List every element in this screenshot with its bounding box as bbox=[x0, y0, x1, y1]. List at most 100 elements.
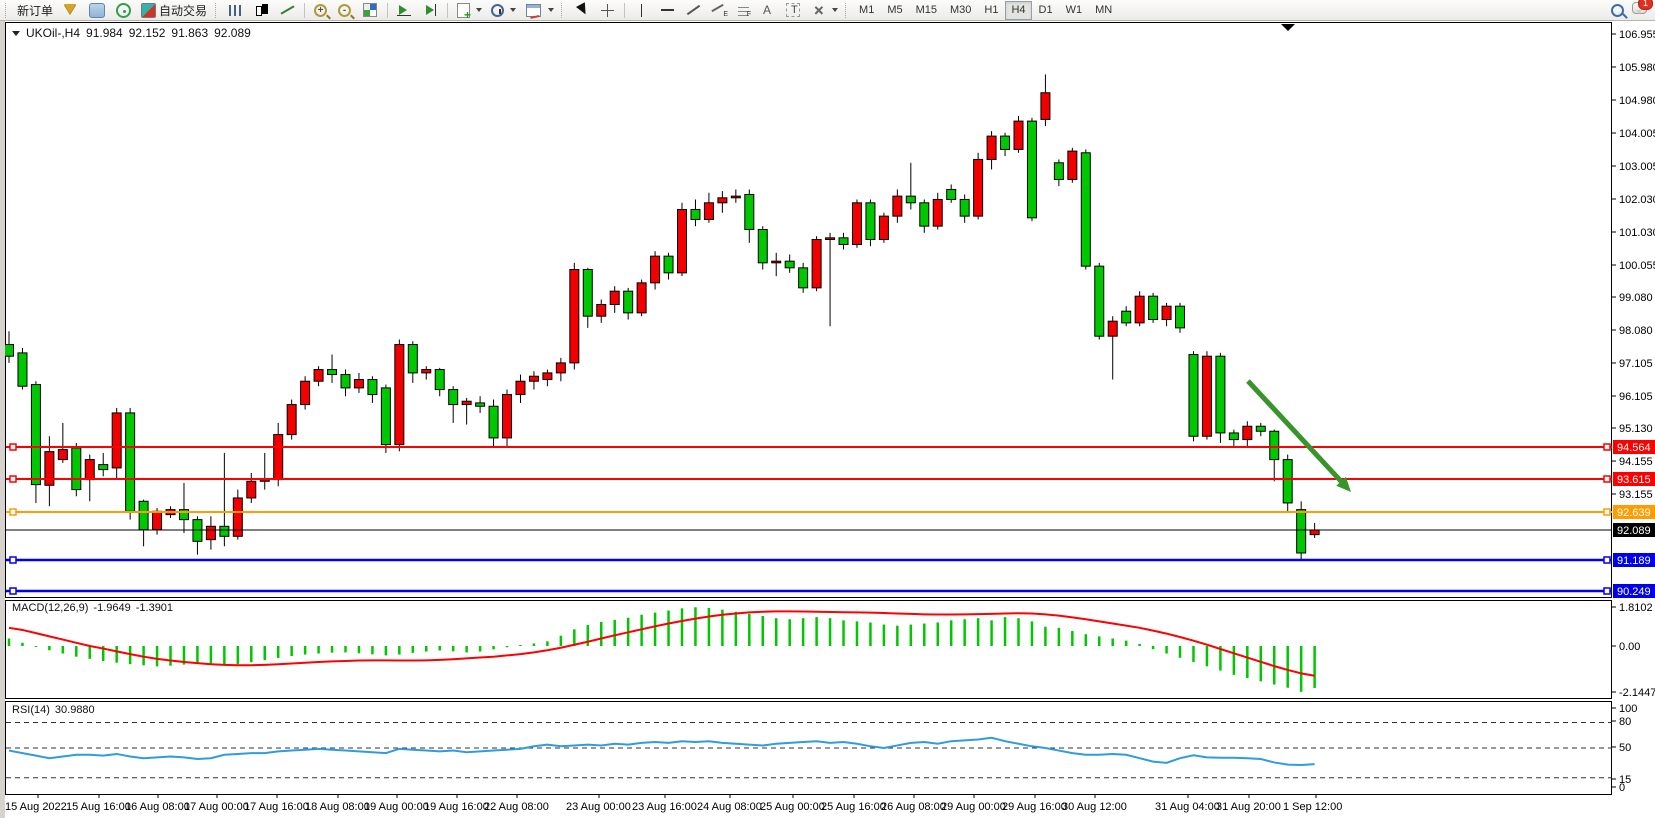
macd-pane[interactable] bbox=[6, 601, 1612, 699]
candle bbox=[933, 199, 942, 226]
candle bbox=[664, 256, 673, 273]
candle bbox=[1001, 136, 1010, 149]
toolbar-grip bbox=[5, 3, 9, 18]
svg-text:100.055: 100.055 bbox=[1619, 260, 1655, 272]
auto-scroll-button[interactable] bbox=[392, 1, 417, 19]
svg-text:100: 100 bbox=[1619, 703, 1637, 715]
periods-button[interactable] bbox=[486, 1, 509, 19]
timeframe-m1-button[interactable]: M1 bbox=[853, 1, 880, 20]
tile-windows-button[interactable] bbox=[357, 1, 383, 19]
horizontal-line-button[interactable] bbox=[655, 1, 680, 19]
timeframe-d1-button[interactable]: D1 bbox=[1033, 1, 1059, 20]
dropdown-arrow-icon[interactable] bbox=[548, 8, 554, 12]
cursor-button[interactable] bbox=[569, 1, 594, 19]
candle bbox=[247, 481, 256, 498]
auto-scroll-icon bbox=[396, 2, 413, 18]
svg-text:93.155: 93.155 bbox=[1619, 489, 1653, 501]
svg-text:19 Aug 00:00: 19 Aug 00:00 bbox=[364, 801, 429, 813]
svg-text:26 Aug 08:00: 26 Aug 08:00 bbox=[881, 801, 946, 813]
chart-shift-button[interactable] bbox=[418, 1, 443, 19]
text-label-button[interactable] bbox=[781, 1, 805, 19]
signals-button[interactable] bbox=[111, 1, 135, 19]
line-chart-button[interactable] bbox=[275, 1, 300, 19]
arrows-button[interactable] bbox=[806, 1, 831, 19]
timeframe-w1-button[interactable]: W1 bbox=[1060, 1, 1089, 20]
template-button[interactable] bbox=[520, 1, 547, 19]
dropdown-arrow-icon[interactable] bbox=[476, 8, 482, 12]
equidistant-channel-button[interactable] bbox=[707, 1, 732, 19]
candle bbox=[220, 526, 229, 536]
auto-trading-button[interactable]: 自动交易 bbox=[136, 1, 211, 19]
timeframe-m30-button[interactable]: M30 bbox=[944, 1, 977, 20]
candle bbox=[85, 460, 94, 480]
chart-area[interactable]: UKOil-,H4 91.984 92.152 91.863 92.089 MA… bbox=[0, 21, 1655, 818]
timeframe-mn-button[interactable]: MN bbox=[1089, 1, 1118, 20]
text-button[interactable] bbox=[755, 1, 780, 19]
zoom-in-icon: + bbox=[314, 4, 327, 17]
new-chart-button[interactable] bbox=[452, 1, 475, 19]
zoom-in-button[interactable]: + bbox=[309, 1, 332, 19]
signals-icon bbox=[116, 3, 131, 18]
dropdown-arrow-icon[interactable] bbox=[832, 8, 838, 12]
candle bbox=[1095, 266, 1104, 336]
candlestick-chart-button[interactable] bbox=[249, 1, 274, 19]
funnel-button[interactable] bbox=[58, 1, 83, 19]
toolbar-separator bbox=[447, 3, 448, 18]
chart-canvas[interactable]: 106.955105.980104.980104.005103.005102.0… bbox=[0, 21, 1655, 818]
candle bbox=[422, 370, 431, 373]
notifications-button[interactable]: 1 bbox=[1630, 0, 1649, 21]
candle bbox=[758, 229, 767, 262]
timeframe-h1-button[interactable]: H1 bbox=[978, 1, 1004, 20]
dropdown-arrow-icon[interactable] bbox=[510, 8, 516, 12]
candle bbox=[408, 345, 417, 373]
arrows-icon bbox=[807, 0, 830, 22]
candle bbox=[99, 465, 108, 470]
candle bbox=[772, 261, 781, 263]
chart-menu-arrow[interactable] bbox=[12, 31, 20, 36]
bar-chart-button[interactable] bbox=[223, 1, 248, 19]
fibonacci-button[interactable] bbox=[733, 1, 754, 19]
metaeditor-button[interactable] bbox=[84, 1, 110, 19]
chart-close: 92.089 bbox=[214, 26, 251, 40]
candle bbox=[799, 268, 808, 288]
trendline-button[interactable] bbox=[681, 1, 706, 19]
search-icon bbox=[1611, 4, 1624, 17]
vertical-line-icon bbox=[633, 2, 650, 18]
crosshair-button[interactable] bbox=[595, 1, 620, 19]
candle bbox=[72, 448, 81, 490]
svg-text:1 Sep 12:00: 1 Sep 12:00 bbox=[1283, 801, 1342, 813]
svg-text:92.639: 92.639 bbox=[1617, 507, 1651, 519]
svg-text:99.080: 99.080 bbox=[1619, 292, 1653, 304]
candle bbox=[1229, 433, 1238, 440]
svg-text:22 Aug 08:00: 22 Aug 08:00 bbox=[484, 801, 549, 813]
candle bbox=[1176, 306, 1185, 328]
search-button[interactable] bbox=[1606, 1, 1629, 19]
candle bbox=[31, 385, 40, 485]
vertical-line-button[interactable] bbox=[629, 1, 654, 19]
candle bbox=[476, 403, 485, 406]
svg-text:15 Aug 2022: 15 Aug 2022 bbox=[5, 801, 67, 813]
timeframe-h4-button[interactable]: H4 bbox=[1005, 1, 1031, 20]
candle bbox=[785, 261, 794, 268]
toolbar: 新订单 自动交易 +- M1M5M15M30H1H4D1W1MN 1 bbox=[0, 0, 1655, 21]
timeframe-m5-button[interactable]: M5 bbox=[881, 1, 908, 20]
candle bbox=[570, 270, 579, 363]
chart-shift-icon bbox=[422, 2, 439, 18]
svg-text:0.00: 0.00 bbox=[1619, 641, 1640, 653]
candle bbox=[1054, 163, 1063, 180]
timeframe-m15-button[interactable]: M15 bbox=[910, 1, 943, 20]
candle bbox=[1122, 311, 1131, 323]
toolbar-separator bbox=[624, 3, 625, 18]
svg-text:101.030: 101.030 bbox=[1619, 227, 1655, 239]
svg-text:103.005: 103.005 bbox=[1619, 161, 1655, 173]
horizontal-line-icon bbox=[659, 2, 676, 18]
candle bbox=[1310, 530, 1319, 535]
candle bbox=[449, 390, 458, 405]
svg-text:95.130: 95.130 bbox=[1619, 423, 1653, 435]
new-order-button[interactable]: 新订单 bbox=[13, 1, 57, 19]
zoom-out-button[interactable]: - bbox=[333, 1, 356, 19]
tile-windows-icon bbox=[363, 3, 377, 17]
candle bbox=[1108, 321, 1117, 336]
candle bbox=[987, 136, 996, 159]
candle bbox=[543, 373, 552, 380]
